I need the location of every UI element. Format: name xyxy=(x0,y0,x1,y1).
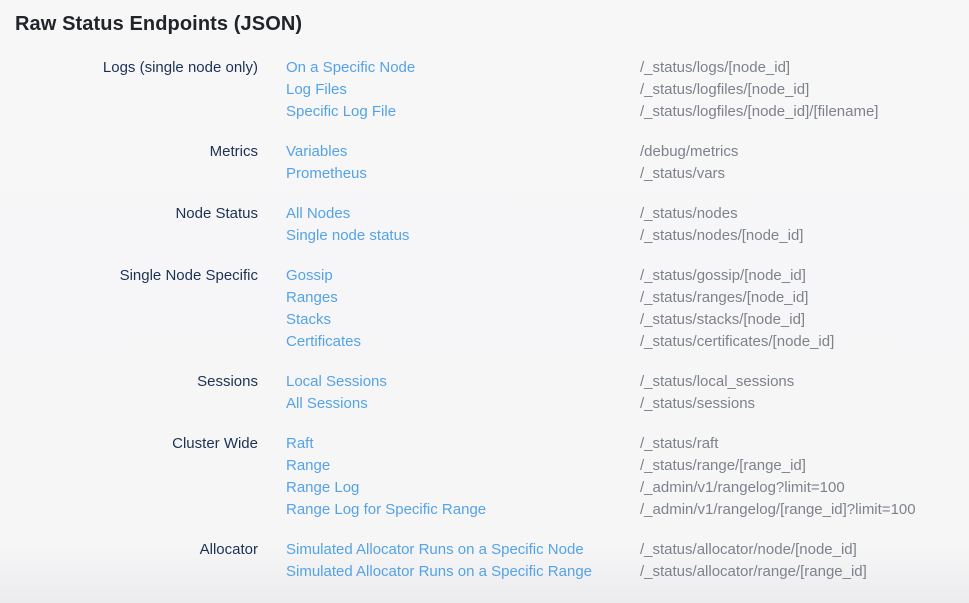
link-stacks[interactable]: Stacks xyxy=(286,309,640,331)
group-category-label: Node Status xyxy=(0,203,258,225)
group-category-label: Sessions xyxy=(0,371,258,393)
group-category-label: Allocator xyxy=(0,539,258,561)
group-paths-column: /_status/raft /_status/range/[range_id] … xyxy=(640,433,969,521)
page-title: Raw Status Endpoints (JSON) xyxy=(0,0,969,36)
endpoint-path: /_status/logfiles/[node_id]/[filename] xyxy=(640,101,969,123)
group-links-column: Raft Range Range Log Range Log for Speci… xyxy=(286,433,640,521)
link-range-log-for-specific-range[interactable]: Range Log for Specific Range xyxy=(286,499,640,521)
link-specific-log-file[interactable]: Specific Log File xyxy=(286,101,640,123)
group-links-column: On a Specific Node Log Files Specific Lo… xyxy=(286,57,640,123)
group-links-column: Local Sessions All Sessions xyxy=(286,371,640,415)
endpoint-path: /_status/ranges/[node_id] xyxy=(640,287,969,309)
link-simulated-allocator-runs-range[interactable]: Simulated Allocator Runs on a Specific R… xyxy=(286,561,640,583)
endpoint-path: /_status/gossip/[node_id] xyxy=(640,265,969,287)
endpoint-path: /_status/local_sessions xyxy=(640,371,969,393)
group-category-label: Metrics xyxy=(0,141,258,163)
group-paths-column: /_status/local_sessions /_status/session… xyxy=(640,371,969,415)
group-paths-column: /_status/gossip/[node_id] /_status/range… xyxy=(640,265,969,353)
group-paths-column: /_status/nodes /_status/nodes/[node_id] xyxy=(640,203,969,247)
endpoint-path: /_status/raft xyxy=(640,433,969,455)
group-paths-column: /_status/allocator/node/[node_id] /_stat… xyxy=(640,539,969,583)
endpoint-path: /_status/logs/[node_id] xyxy=(640,57,969,79)
link-ranges[interactable]: Ranges xyxy=(286,287,640,309)
endpoint-path: /_status/sessions xyxy=(640,393,969,415)
group-links-column: Simulated Allocator Runs on a Specific N… xyxy=(286,539,640,583)
endpoint-path: /_status/nodes/[node_id] xyxy=(640,225,969,247)
endpoint-group-single-node-specific: Single Node Specific Gossip Ranges Stack… xyxy=(0,265,969,353)
debug-endpoints-page: Raw Status Endpoints (JSON) Logs (single… xyxy=(0,0,969,603)
link-raft[interactable]: Raft xyxy=(286,433,640,455)
endpoint-path: /_status/range/[range_id] xyxy=(640,455,969,477)
link-single-node-status[interactable]: Single node status xyxy=(286,225,640,247)
link-certificates[interactable]: Certificates xyxy=(286,331,640,353)
endpoint-group-sessions: Sessions Local Sessions All Sessions /_s… xyxy=(0,371,969,415)
endpoint-path: /_status/vars xyxy=(640,163,969,185)
link-range[interactable]: Range xyxy=(286,455,640,477)
link-gossip[interactable]: Gossip xyxy=(286,265,640,287)
endpoint-path: /_status/logfiles/[node_id] xyxy=(640,79,969,101)
endpoint-path: /_admin/v1/rangelog/[range_id]?limit=100 xyxy=(640,499,969,521)
endpoint-path: /_admin/v1/rangelog?limit=100 xyxy=(640,477,969,499)
endpoint-path: /_status/nodes xyxy=(640,203,969,225)
group-category-label: Single Node Specific xyxy=(0,265,258,287)
link-simulated-allocator-runs-node[interactable]: Simulated Allocator Runs on a Specific N… xyxy=(286,539,640,561)
link-log-files[interactable]: Log Files xyxy=(286,79,640,101)
endpoint-group-cluster-wide: Cluster Wide Raft Range Range Log Range … xyxy=(0,433,969,521)
group-links-column: Gossip Ranges Stacks Certificates xyxy=(286,265,640,353)
endpoint-groups: Logs (single node only) On a Specific No… xyxy=(0,57,969,583)
endpoint-path: /_status/certificates/[node_id] xyxy=(640,331,969,353)
endpoint-path: /_status/allocator/range/[range_id] xyxy=(640,561,969,583)
link-local-sessions[interactable]: Local Sessions xyxy=(286,371,640,393)
endpoint-group-allocator: Allocator Simulated Allocator Runs on a … xyxy=(0,539,969,583)
endpoint-group-metrics: Metrics Variables Prometheus /debug/metr… xyxy=(0,141,969,185)
group-category-label: Logs (single node only) xyxy=(0,57,258,79)
link-all-nodes[interactable]: All Nodes xyxy=(286,203,640,225)
link-on-a-specific-node[interactable]: On a Specific Node xyxy=(286,57,640,79)
group-links-column: All Nodes Single node status xyxy=(286,203,640,247)
link-variables[interactable]: Variables xyxy=(286,141,640,163)
endpoint-path: /_status/stacks/[node_id] xyxy=(640,309,969,331)
group-paths-column: /debug/metrics /_status/vars xyxy=(640,141,969,185)
link-prometheus[interactable]: Prometheus xyxy=(286,163,640,185)
endpoint-group-logs: Logs (single node only) On a Specific No… xyxy=(0,57,969,123)
endpoint-group-node-status: Node Status All Nodes Single node status… xyxy=(0,203,969,247)
link-range-log[interactable]: Range Log xyxy=(286,477,640,499)
group-links-column: Variables Prometheus xyxy=(286,141,640,185)
group-category-label: Cluster Wide xyxy=(0,433,258,455)
endpoint-path: /_status/allocator/node/[node_id] xyxy=(640,539,969,561)
group-paths-column: /_status/logs/[node_id] /_status/logfile… xyxy=(640,57,969,123)
endpoint-path: /debug/metrics xyxy=(640,141,969,163)
link-all-sessions[interactable]: All Sessions xyxy=(286,393,640,415)
